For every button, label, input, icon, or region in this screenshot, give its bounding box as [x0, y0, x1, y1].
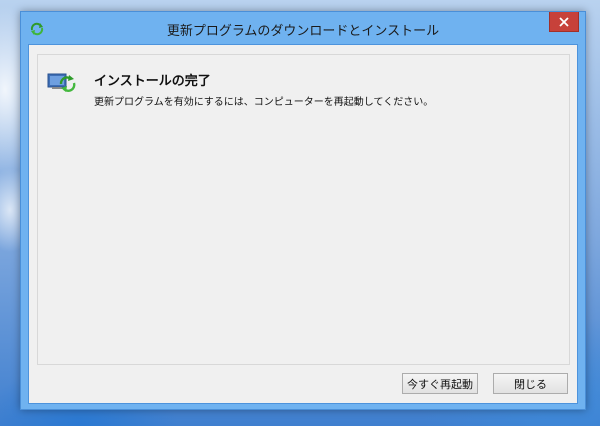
close-icon: [559, 16, 569, 27]
title-bar[interactable]: 更新プログラムのダウンロードとインストール: [21, 12, 585, 44]
restart-now-button[interactable]: 今すぐ再起動: [402, 373, 478, 394]
status-message: 更新プログラムを有効にするには、コンピューターを再起動してください。: [94, 97, 434, 108]
update-dialog-window: 更新プログラムのダウンロードとインストール インストールの完了 更新プログラムを…: [20, 11, 586, 410]
window-title: 更新プログラムのダウンロードとインストール: [166, 24, 440, 39]
dialog-client-area: インストールの完了 更新プログラムを有効にするには、コンピューターを再起動してく…: [28, 44, 578, 404]
update-install-icon: [47, 71, 77, 93]
close-button[interactable]: 閉じる: [493, 373, 568, 394]
window-close-button[interactable]: [549, 12, 579, 32]
content-panel: インストールの完了 更新プログラムを有効にするには、コンピューターを再起動してく…: [37, 54, 570, 365]
status-heading: インストールの完了: [94, 74, 211, 89]
